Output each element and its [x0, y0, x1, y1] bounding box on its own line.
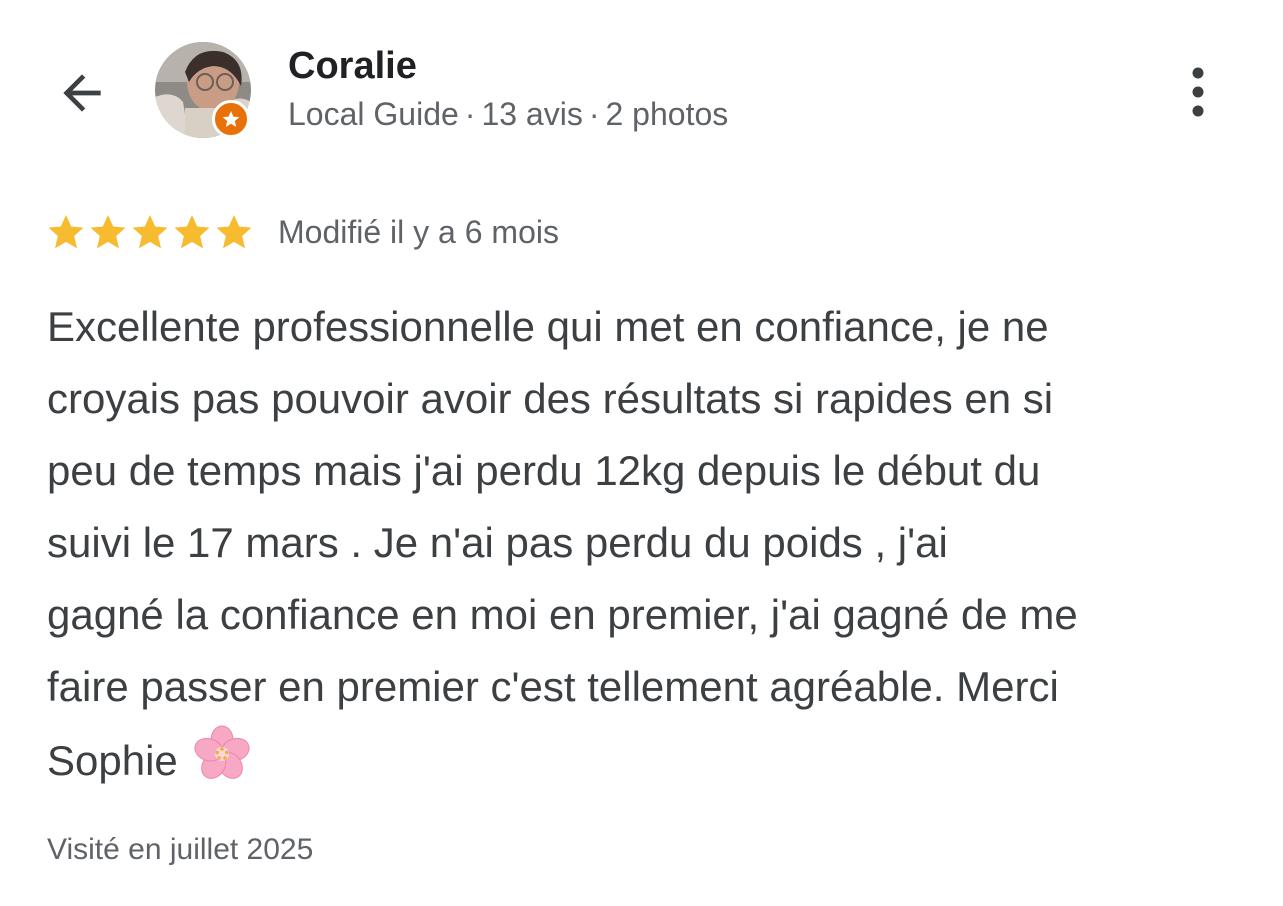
rating-row: Modifié il y a 6 mois: [46, 208, 559, 256]
star-icon: [90, 215, 126, 249]
review-text-line: peu de temps mais j'ai perdu 12kg depuis…: [47, 447, 1041, 494]
review-text-line: Excellente professionnelle qui met en co…: [47, 303, 1049, 350]
meta-separator: ·: [464, 96, 476, 132]
more-vert-icon: [1192, 67, 1204, 117]
back-button[interactable]: [50, 64, 114, 122]
review-text-last-line: Sophie: [47, 723, 1247, 797]
star-rating: [46, 212, 254, 252]
review-text-line: gagné la confiance en moi en premier, j'…: [47, 591, 1078, 638]
review-text-line: croyais pas pouvoir avoir des résultats …: [47, 375, 1054, 422]
local-guide-star-icon: [222, 111, 240, 127]
reviews-count: 13 avis: [481, 96, 583, 132]
review-text-line: Sophie: [47, 737, 178, 784]
visit-date: Visité en juillet 2025: [47, 833, 314, 866]
arrow-back-icon: [63, 74, 101, 112]
cherry-blossom-icon: [194, 725, 250, 779]
reviewer-name[interactable]: Coralie: [288, 43, 417, 89]
review-text: Excellente professionnelle qui met en co…: [47, 291, 1247, 797]
more-options-button[interactable]: [1175, 60, 1221, 124]
reviewer-meta: Local Guide · 13 avis · 2 photos: [288, 94, 728, 134]
edited-timestamp: Modifié il y a 6 mois: [278, 214, 559, 250]
photos-count: 2 photos: [605, 96, 729, 132]
meta-separator: ·: [588, 96, 600, 132]
star-icon: [132, 215, 168, 249]
star-icon: [48, 215, 84, 249]
reviewer-role: Local Guide: [288, 96, 459, 132]
review-text-line: faire passer en premier c'est tellement …: [47, 663, 1059, 710]
local-guide-badge: [212, 100, 250, 138]
star-icon: [174, 215, 210, 249]
review-text-line: suivi le 17 mars . Je n'ai pas perdu du …: [47, 519, 948, 566]
avatar[interactable]: [155, 42, 251, 138]
star-icon: [216, 215, 252, 249]
